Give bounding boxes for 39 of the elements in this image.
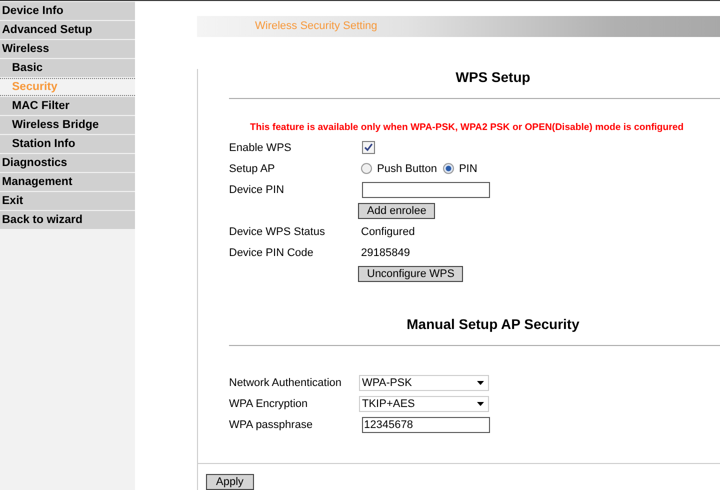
section-title: Manual Setup AP Security bbox=[406, 316, 580, 334]
sidebar-item[interactable]: Wireless bbox=[0, 40, 135, 58]
field-value: 29185849 bbox=[361, 246, 410, 258]
action-button[interactable]: Add enrolee bbox=[358, 202, 436, 218]
checkbox[interactable] bbox=[362, 141, 375, 154]
sidebar-item[interactable]: Device Info bbox=[0, 2, 135, 20]
sidebar-item[interactable]: Advanced Setup bbox=[0, 21, 135, 39]
radio-label: Push Button bbox=[377, 162, 437, 174]
field-label: WPA Encryption bbox=[229, 398, 309, 410]
sidebar-item[interactable]: Exit bbox=[0, 192, 135, 210]
apply-button[interactable]: Apply bbox=[206, 474, 254, 490]
field-label: Device WPS Status bbox=[229, 226, 326, 238]
sidebar-item[interactable]: Management bbox=[0, 173, 135, 191]
page-title: Wireless Security Setting bbox=[197, 16, 720, 37]
radio-button[interactable] bbox=[442, 163, 454, 174]
dropdown[interactable]: WPA-PSK bbox=[359, 374, 489, 390]
field-label: Enable WPS bbox=[229, 142, 292, 154]
dropdown[interactable]: TKIP+AES bbox=[359, 396, 489, 412]
radio-label: PIN bbox=[458, 162, 478, 174]
field-label: Device PIN bbox=[229, 184, 286, 196]
sidebar-item[interactable]: Basic bbox=[0, 59, 135, 77]
notice-text: This feature is available only when WPA-PSK, WPA2 PSK or OPEN(Disable) mode is configured bbox=[250, 122, 685, 133]
section-title: WPS Setup bbox=[454, 69, 532, 87]
field-label: WPA passphrase bbox=[229, 418, 314, 430]
radio-button[interactable] bbox=[361, 163, 372, 174]
caret-icon bbox=[477, 380, 484, 384]
field-label: Device PIN Code bbox=[229, 246, 314, 258]
field-label: Network Authentication bbox=[229, 376, 343, 388]
field-value: Configured bbox=[361, 226, 415, 238]
field-label: Setup AP bbox=[229, 162, 276, 174]
input-field[interactable]: 12345678 bbox=[362, 416, 490, 432]
sidebar-item[interactable]: MAC Filter bbox=[0, 97, 135, 115]
sidebar-item[interactable]: Diagnostics bbox=[0, 154, 135, 172]
caret-icon bbox=[477, 402, 484, 406]
sidebar-item[interactable]: Station Info bbox=[0, 135, 135, 153]
sidebar-item[interactable]: Back to wizard bbox=[0, 211, 135, 229]
input-field[interactable] bbox=[362, 182, 490, 198]
sidebar-item[interactable]: Wireless Bridge bbox=[0, 116, 135, 134]
action-button[interactable]: Unconfigure WPS bbox=[358, 266, 464, 282]
